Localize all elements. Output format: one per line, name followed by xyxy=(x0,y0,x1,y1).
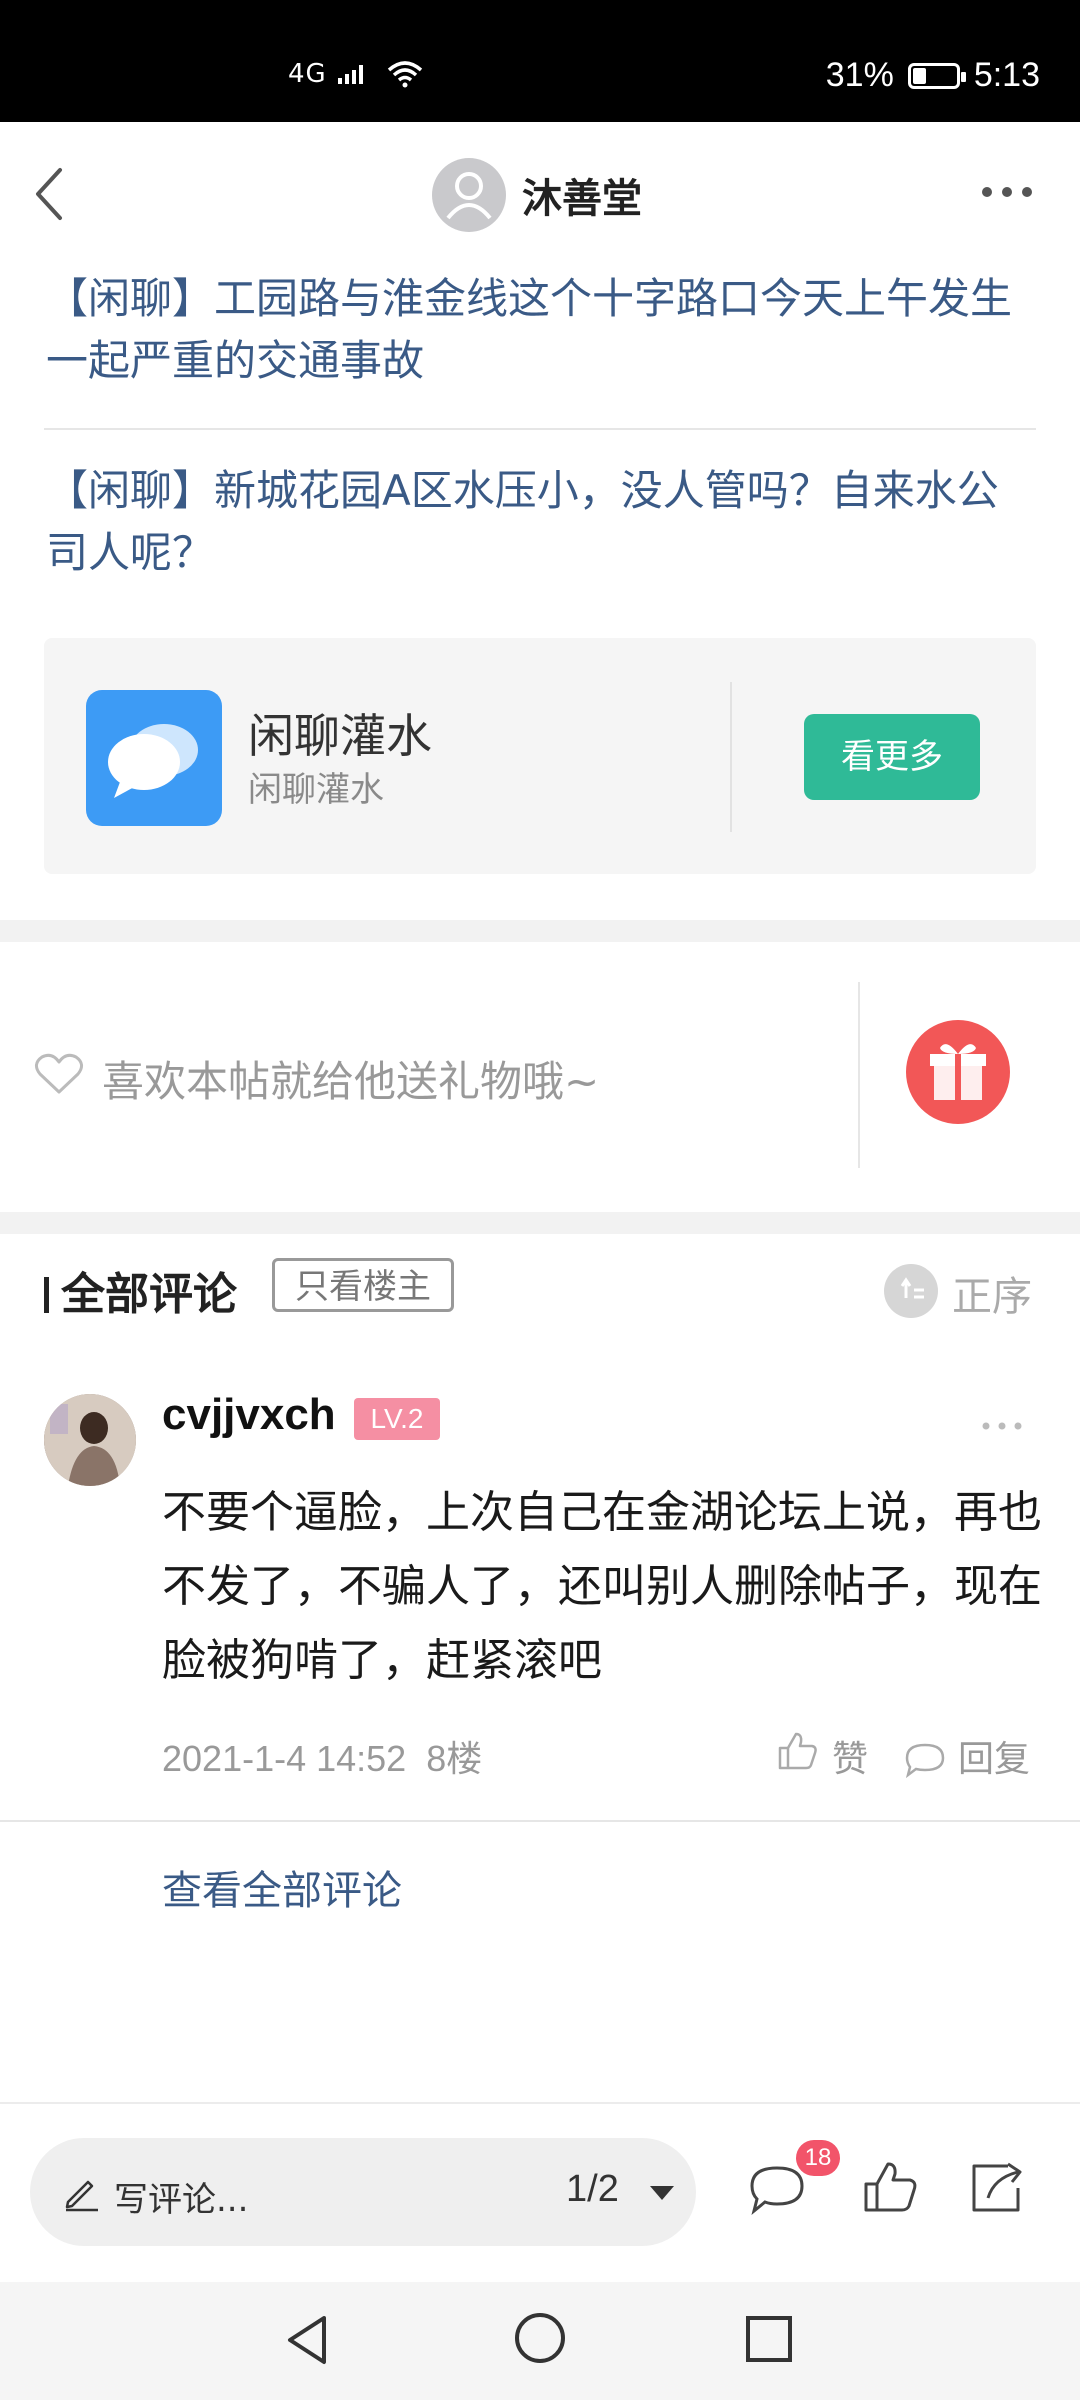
forum-card[interactable]: 闲聊灌水 闲聊灌水 看更多 xyxy=(44,638,1036,874)
chat-bubbles-icon xyxy=(86,690,222,826)
nav-recents-icon[interactable] xyxy=(744,2314,794,2364)
status-right: 31% 5:13 xyxy=(826,56,1040,95)
comments-heading: 全部评论 xyxy=(44,1258,237,1322)
page-title[interactable]: 沐善堂 xyxy=(522,166,642,224)
network-label: 4G xyxy=(288,59,327,89)
only-op-filter-button[interactable]: 只看楼主 xyxy=(272,1258,454,1312)
system-nav-bar xyxy=(0,2282,1080,2400)
section-spacer xyxy=(0,920,1080,942)
divider xyxy=(0,1820,1080,1822)
top-header: 沐善堂 xyxy=(0,122,1080,266)
card-divider xyxy=(730,682,732,832)
more-horizontal-icon[interactable] xyxy=(980,180,1034,204)
heart-icon[interactable] xyxy=(34,1052,84,1096)
gift-button[interactable] xyxy=(906,1020,1010,1124)
gift-prompt: 喜欢本帖就给他送礼物哦~ xyxy=(102,1057,600,1106)
section-spacer xyxy=(0,1212,1080,1234)
comments-title: 全部评论 xyxy=(61,1269,237,1320)
more-horizontal-icon[interactable] xyxy=(980,1420,1024,1432)
related-post-link[interactable]: 【闲聊】工园路与淮金线这个十字路口今天上午发生一起严重的交通事故 xyxy=(46,268,1036,392)
reply-bubble-icon[interactable] xyxy=(904,1742,946,1778)
bottom-toolbar: 写评论... 1/2 18 xyxy=(0,2102,1080,2284)
comment-icon[interactable] xyxy=(748,2164,806,2216)
commenter-avatar[interactable] xyxy=(44,1394,136,1486)
user-icon xyxy=(446,172,492,220)
wifi-icon xyxy=(388,61,423,88)
caret-down-icon[interactable] xyxy=(650,2186,674,2200)
share-icon[interactable] xyxy=(968,2158,1026,2216)
sort-icon[interactable] xyxy=(884,1264,938,1318)
level-badge: LV.2 xyxy=(354,1398,440,1440)
gift-icon xyxy=(930,1044,986,1100)
signal-icon xyxy=(337,65,363,84)
sort-order-label[interactable]: 正序 xyxy=(952,1264,1032,1322)
signal-wifi-indicator: 4G xyxy=(288,58,425,89)
page-indicator[interactable]: 1/2 xyxy=(566,2168,619,2211)
battery-percent: 31% xyxy=(825,56,894,94)
comment-meta: 2021-1-4 14:52 8楼 xyxy=(162,1730,482,1782)
commenter-username[interactable]: cvjjvxch xyxy=(162,1390,336,1440)
forum-title: 闲聊灌水 xyxy=(248,709,432,763)
thumbs-up-icon[interactable] xyxy=(776,1728,820,1772)
heading-marker xyxy=(44,1277,49,1313)
comment-time: 2021-1-4 14:52 xyxy=(162,1738,407,1779)
write-comment-input[interactable]: 写评论... 1/2 xyxy=(30,2138,696,2246)
view-all-comments-link[interactable]: 查看全部评论 xyxy=(162,1858,402,1916)
pencil-icon xyxy=(65,2180,98,2212)
nav-back-icon[interactable] xyxy=(282,2312,332,2368)
like-button-label[interactable]: 赞 xyxy=(832,1730,868,1782)
related-post-link[interactable]: 【闲聊】新城花园A区水压小，没人管吗？自来水公司人呢？ xyxy=(46,460,1036,584)
see-more-button[interactable]: 看更多 xyxy=(804,714,980,800)
comment-floor: 8楼 xyxy=(426,1738,483,1779)
gift-divider xyxy=(858,982,860,1168)
nav-home-icon[interactable] xyxy=(512,2310,568,2366)
status-bar: 4G 31% 5:13 xyxy=(0,0,1080,122)
comment-placeholder: 写评论... xyxy=(114,2180,249,2220)
comment-text: 不要个逼脸，上次自己在金湖论坛上说，再也不发了，不骗人了，还叫别人删除帖子，现在… xyxy=(162,1487,1042,1686)
thumbs-up-icon[interactable] xyxy=(862,2158,920,2216)
battery-icon xyxy=(907,62,966,89)
comment-count-badge: 18 xyxy=(796,2140,840,2176)
clock: 5:13 xyxy=(973,56,1040,94)
reply-button-label[interactable]: 回复 xyxy=(958,1730,1030,1782)
forum-subtitle: 闲聊灌水 xyxy=(248,770,384,810)
battery-fill xyxy=(912,67,926,84)
divider xyxy=(44,428,1036,430)
author-avatar[interactable] xyxy=(432,158,506,232)
chevron-left-icon[interactable] xyxy=(28,164,72,224)
